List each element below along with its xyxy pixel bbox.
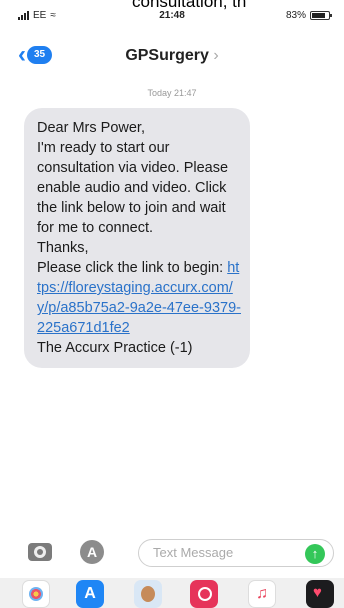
conversation-header: ‹ 35 GPSurgery › [0,38,344,78]
chevron-right-icon: › [213,47,219,64]
message-input[interactable] [153,545,293,560]
memoji-icon[interactable] [134,580,162,608]
digital-touch-icon[interactable] [306,580,334,608]
message-signature: The Accurx Practice (-1) [37,340,193,356]
arrow-up-icon[interactable]: ↑ [305,544,325,564]
message-input-container: ↑ [138,539,334,567]
camera-icon[interactable] [28,543,52,561]
music-icon[interactable]: ♫ [248,580,276,608]
message-timestamp: Today 21:47 [147,88,197,98]
cropped-overlay-text: consultation, th [132,0,247,10]
battery-icon [310,11,332,20]
imessage-app-strip: A ♫ [0,578,344,608]
message-text: Dear Mrs Power, I'm ready to start our co… [37,120,229,276]
app-store-icon[interactable]: A [80,540,104,564]
received-message-bubble: Dear Mrs Power, I'm ready to start our co… [24,108,250,368]
photos-icon[interactable] [22,580,50,608]
app-store-icon[interactable]: A [76,580,104,608]
contact-name: GPSurgery [125,47,209,64]
contact-name-button[interactable]: GPSurgery › [0,47,344,65]
status-bar: EE ≈ 21:48 83% [0,10,344,24]
image-search-icon[interactable] [190,580,218,608]
status-right: 83% [285,10,332,21]
message-composer: A ↑ [0,537,344,571]
message-body: Dear Mrs Power, I'm ready to start our co… [37,118,242,358]
battery-percent: 83% [285,10,306,21]
